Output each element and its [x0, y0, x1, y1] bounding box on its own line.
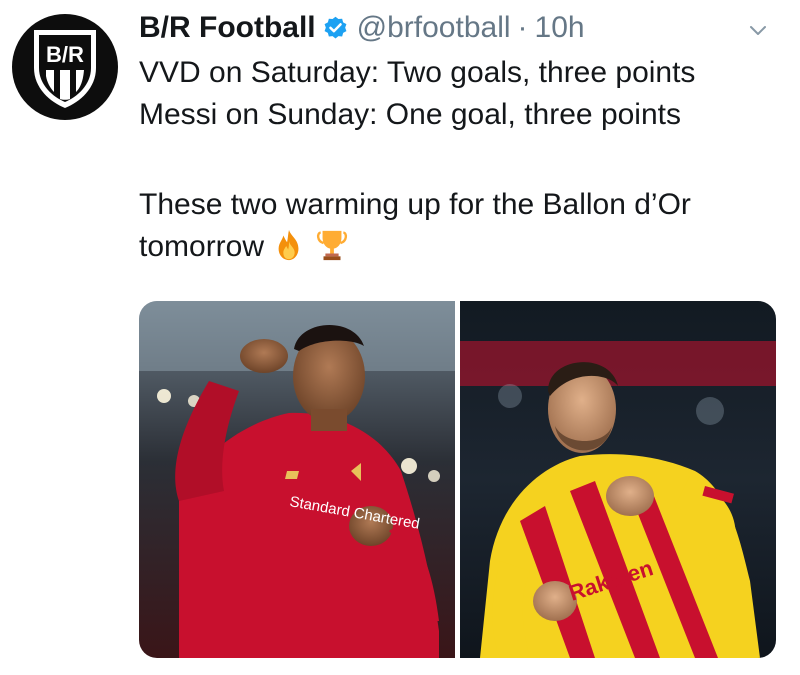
trophy-emoji-icon [316, 230, 347, 261]
chevron-down-icon[interactable] [746, 18, 770, 42]
tweet-media[interactable]: Standard Chartered Rakuten [139, 301, 776, 658]
tweet-line-3: These two warming up for the Ballon d’Or [139, 188, 691, 221]
br-logo-icon: B/R [34, 30, 96, 108]
player-photo-right: Rakuten [460, 301, 776, 658]
photo-right[interactable]: Rakuten [460, 301, 776, 658]
user-handle[interactable]: @brfootball [357, 11, 511, 45]
tweet-line-4: tomorrow [139, 226, 779, 268]
tweet-text: VVD on Saturday: Two goals, three points… [139, 52, 779, 268]
verified-badge-icon [324, 16, 347, 39]
timestamp[interactable]: 10h [535, 11, 585, 45]
player-photo-left: Standard Chartered [139, 301, 455, 658]
tweet-header: B/R Football @brfootball · 10h [139, 8, 585, 48]
tweet-line-4-text: tomorrow [139, 230, 265, 263]
fire-emoji-icon [278, 229, 299, 261]
avatar[interactable]: B/R [12, 14, 118, 120]
display-name[interactable]: B/R Football [139, 11, 316, 45]
separator-dot: · [517, 11, 528, 44]
tweet-line-1: VVD on Saturday: Two goals, three points [139, 56, 696, 89]
photo-left[interactable]: Standard Chartered [139, 301, 455, 658]
tweet-line-2: Messi on Sunday: One goal, three points [139, 98, 681, 131]
avatar-text: B/R [46, 42, 84, 67]
